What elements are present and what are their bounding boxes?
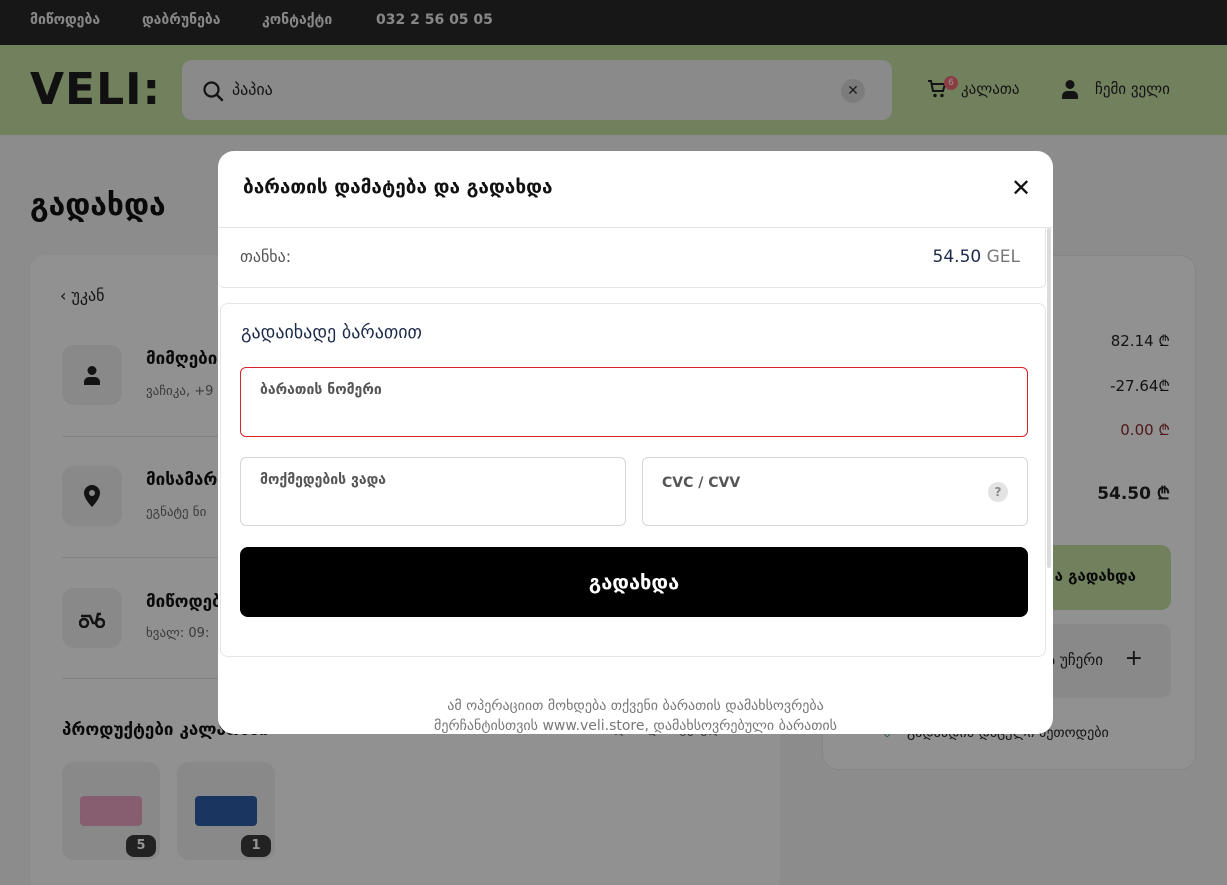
- amount-number: 54.50: [932, 247, 982, 267]
- expiry-date-label: მოქმედების ვადა: [260, 472, 387, 488]
- close-icon[interactable]: ✕: [1008, 175, 1034, 201]
- card-number-field[interactable]: ბარათის ნომერი: [240, 367, 1028, 437]
- pay-button[interactable]: გადახდა: [240, 547, 1028, 617]
- amount-row: თანხა: 54.50 GEL: [218, 228, 1046, 288]
- card-save-notice-line: ამ ოპერაციით მოხდება თქვენი ბარათის დამა…: [447, 698, 824, 714]
- add-card-modal: ბარათის დამატება და გადახდა ✕ თანხა: 54.…: [218, 151, 1053, 734]
- modal-title: ბარათის დამატება და გადახდა: [243, 176, 553, 198]
- amount-label: თანხა:: [240, 247, 292, 266]
- card-save-notice-line: მერჩანტისთვის www.veli.store, დამახსოვრე…: [434, 718, 837, 734]
- scrollbar[interactable]: [1047, 228, 1051, 568]
- amount-value: 54.50 GEL: [933, 247, 1020, 267]
- expiry-date-field[interactable]: მოქმედების ვადა: [240, 457, 626, 526]
- cvc-label: CVC / CVV: [662, 475, 741, 491]
- card-form: გადაიხადე ბარათით ბარათის ნომერი მოქმედე…: [220, 303, 1046, 657]
- amount-currency: GEL: [986, 247, 1020, 267]
- card-number-label: ბარათის ნომერი: [260, 382, 382, 398]
- cvc-field[interactable]: CVC / CVV ?: [642, 457, 1028, 526]
- help-icon[interactable]: ?: [988, 482, 1008, 502]
- card-save-notice: ამ ოპერაციით მოხდება თქვენი ბარათის დამა…: [218, 696, 1053, 734]
- card-form-title: გადაიხადე ბარათით: [241, 322, 422, 343]
